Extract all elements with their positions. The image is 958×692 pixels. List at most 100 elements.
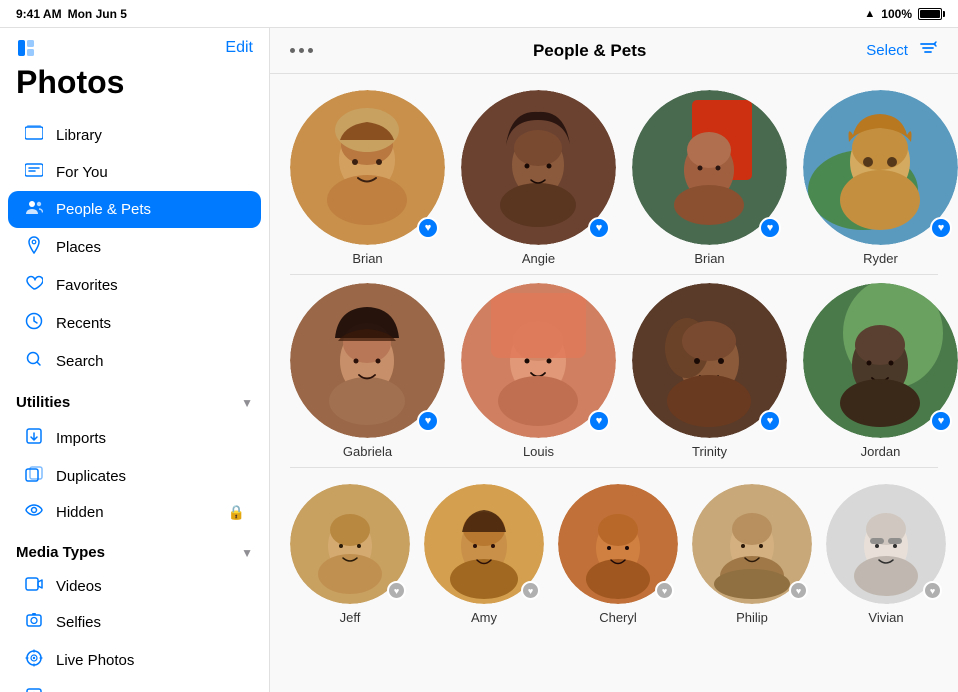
sidebar-edit-button[interactable]: Edit: [225, 39, 253, 57]
people-icon: [24, 199, 44, 220]
sidebar-item-label: Search: [56, 353, 104, 370]
photo-grid-container: ♥ Brian: [270, 74, 958, 692]
person-name-angie: Angie: [522, 251, 555, 266]
person-photo-vivian: ♥: [826, 484, 946, 604]
person-photo-angie: ♥: [461, 90, 616, 245]
battery-indicator: [918, 8, 942, 20]
sidebar-item-imports[interactable]: Imports: [8, 419, 261, 458]
person-photo-jeff: ♥: [290, 484, 410, 604]
person-item-brian[interactable]: ♥ Brian: [290, 90, 445, 266]
sidebar-item-label: Library: [56, 127, 102, 144]
status-bar: 9:41 AM Mon Jun 5 ▲ 100%: [0, 0, 958, 28]
person-heart-jeff: ♥: [387, 581, 406, 600]
person-heart-ryder: ♥: [930, 217, 952, 239]
wifi-icon: ▲: [864, 8, 875, 20]
person-photo-louis: ♥: [461, 283, 616, 438]
sidebar-item-selfies[interactable]: Selfies: [8, 604, 261, 641]
person-heart-brian: ♥: [417, 217, 439, 239]
sidebar-item-duplicates[interactable]: Duplicates: [8, 458, 261, 495]
person-item-louis[interactable]: ♥ Louis: [461, 283, 616, 459]
sidebar-item-favorites[interactable]: Favorites: [8, 267, 261, 304]
person-photo-gabriela: ♥: [290, 283, 445, 438]
sidebar-title: Photos: [0, 62, 269, 113]
sidebar-item-portrait[interactable]: Portrait: [8, 680, 261, 692]
recents-icon: [24, 312, 44, 335]
person-item-brian2[interactable]: ♥ Brian: [632, 90, 787, 266]
person-heart-louis: ♥: [588, 410, 610, 432]
person-item-trinity[interactable]: ♥ Trinity: [632, 283, 787, 459]
person-heart-angie: ♥: [588, 217, 610, 239]
person-heart-brian2: ♥: [759, 217, 781, 239]
sidebar-item-label: Places: [56, 239, 101, 256]
sidebar-item-search[interactable]: Search: [8, 343, 261, 380]
places-icon: [24, 236, 44, 259]
sidebar-item-live-photos[interactable]: Live Photos: [8, 641, 261, 680]
person-photo-cheryl: ♥: [558, 484, 678, 604]
hidden-lock-icon: 🔒: [228, 504, 245, 521]
main-content: People & Pets Select: [270, 28, 958, 692]
utilities-section: Imports Duplicates Hidde: [0, 415, 269, 534]
person-photo-trinity: ♥: [632, 283, 787, 438]
videos-icon: [24, 577, 44, 596]
portrait-icon: [24, 688, 44, 692]
person-name-louis: Louis: [523, 444, 554, 459]
status-time: 9:41 AM: [16, 7, 62, 21]
person-photo-ryder: ♥: [803, 90, 958, 245]
person-photo-philip: ♥: [692, 484, 812, 604]
sidebar-item-label: For You: [56, 164, 108, 181]
sidebar-main-section: Library For You People & Pets: [0, 113, 269, 384]
header-actions: Select: [866, 38, 938, 63]
sidebar-item-videos[interactable]: Videos: [8, 569, 261, 604]
person-name-brian2: Brian: [694, 251, 724, 266]
header-more-icon[interactable]: [290, 48, 313, 53]
person-item-gabriela[interactable]: ♥ Gabriela: [290, 283, 445, 459]
sidebar-item-people-pets[interactable]: People & Pets: [8, 191, 261, 228]
app-container: Edit Photos Library For You: [0, 28, 958, 692]
row-divider-1: [290, 274, 938, 275]
library-icon: [24, 125, 44, 146]
person-name-brian: Brian: [352, 251, 382, 266]
person-name-vivian: Vivian: [868, 610, 903, 625]
sidebar-item-label: People & Pets: [56, 201, 151, 218]
favorites-icon: [24, 275, 44, 296]
sidebar-item-places[interactable]: Places: [8, 228, 261, 267]
person-heart-philip: ♥: [789, 581, 808, 600]
person-name-ryder: Ryder: [863, 251, 898, 266]
person-item-ryder[interactable]: ♥ Ryder: [803, 90, 958, 266]
sidebar-item-hidden[interactable]: Hidden 🔒: [8, 495, 261, 530]
sidebar-item-label: Imports: [56, 430, 106, 447]
sidebar-item-label: Hidden: [56, 504, 104, 521]
person-item-amy[interactable]: ♥ Amy: [424, 484, 544, 625]
sidebar-item-recents[interactable]: Recents: [8, 304, 261, 343]
person-name-trinity: Trinity: [692, 444, 727, 459]
person-item-vivian[interactable]: ♥ Vivian: [826, 484, 946, 625]
person-heart-gabriela: ♥: [417, 410, 439, 432]
sidebar-item-library[interactable]: Library: [8, 117, 261, 154]
sidebar-item-label: Videos: [56, 578, 102, 595]
person-item-jeff[interactable]: ♥ Jeff: [290, 484, 410, 625]
battery-percentage: 100%: [881, 7, 912, 21]
sidebar-header: Edit: [0, 28, 269, 62]
media-types-label: Media Types: [16, 544, 105, 561]
sort-button[interactable]: [918, 38, 938, 63]
select-button[interactable]: Select: [866, 42, 908, 59]
media-types-section-header[interactable]: Media Types ▼: [0, 534, 269, 565]
sidebar-toggle-icon[interactable]: [16, 38, 36, 58]
sidebar-item-label: Duplicates: [56, 468, 126, 485]
person-item-angie[interactable]: ♥ Angie: [461, 90, 616, 266]
person-photo-brian: ♥: [290, 90, 445, 245]
person-name-philip: Philip: [736, 610, 768, 625]
person-item-philip[interactable]: ♥ Philip: [692, 484, 812, 625]
person-item-jordan[interactable]: ♥ Jordan: [803, 283, 958, 459]
for-you-icon: [24, 162, 44, 183]
person-item-cheryl[interactable]: ♥ Cheryl: [558, 484, 678, 625]
content-header: People & Pets Select: [270, 28, 958, 74]
content-title: People & Pets: [533, 41, 646, 61]
sidebar-item-for-you[interactable]: For You: [8, 154, 261, 191]
sidebar: Edit Photos Library For You: [0, 28, 270, 692]
person-heart-vivian: ♥: [923, 581, 942, 600]
utilities-section-header[interactable]: Utilities ▼: [0, 384, 269, 415]
photo-grid-row1: ♥ Brian: [290, 90, 938, 266]
media-types-chevron-icon: ▼: [241, 546, 253, 560]
sidebar-item-label: Live Photos: [56, 652, 134, 669]
